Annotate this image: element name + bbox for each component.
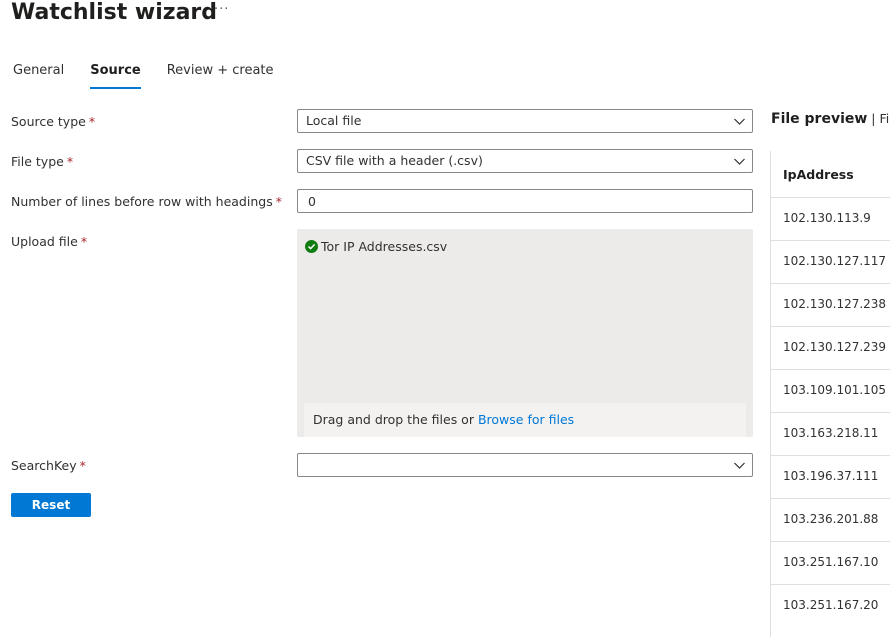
success-check-icon [305,240,318,253]
column-header-ipaddress: IpAddress [783,167,854,182]
upload-area[interactable]: Tor IP Addresses.csv Drag and drop the f… [297,229,753,437]
chevron-down-icon [734,158,745,165]
drop-zone[interactable]: Drag and drop the files or Browse for fi… [304,403,746,437]
table-cell: 102.130.113.9 [783,211,871,225]
file-preview-heading: File preview | First [771,111,890,127]
required-marker: * [79,458,86,473]
file-type-value: CSV file with a header (.csv) [306,153,483,168]
tab-source[interactable]: Source [90,62,142,89]
required-marker: * [80,234,88,249]
tab-general[interactable]: General [13,62,64,89]
file-preview-title: File preview [771,111,868,127]
upload-file-label: Upload file * [11,234,88,249]
table-cell: 103.251.167.10 [783,555,879,569]
uploaded-file-name: Tor IP Addresses.csv [321,239,448,254]
lines-before-input[interactable] [297,189,753,213]
required-marker: * [275,194,282,209]
drop-zone-text: Drag and drop the files or [313,412,478,427]
table-row: 102.130.127.239 [771,326,890,369]
lines-before-label: Number of lines before row with headings… [11,194,282,209]
file-type-dropdown[interactable]: CSV file with a header (.csv) [297,149,753,173]
table-row: 103.251.167.10 [771,541,890,584]
browse-files-link[interactable]: Browse for files [478,412,574,427]
source-type-label: Source type * [11,114,96,129]
table-cell: 102.130.127.117 [783,254,887,268]
table-row: 102.130.127.117 [771,240,890,283]
required-marker: * [88,114,96,129]
required-marker: * [66,154,74,169]
table-cell: 103.109.101.105 [783,383,887,397]
table-cell: 102.130.127.238 [783,297,887,311]
chevron-down-icon [734,462,745,469]
tab-review-create[interactable]: Review + create [167,62,274,89]
search-key-dropdown[interactable] [297,453,753,477]
table-row: 103.251.167.20 [771,584,890,627]
table-row: 103.236.201.88 [771,498,890,541]
table-cell: 103.163.218.11 [783,426,879,440]
table-row: 103.163.218.11 [771,412,890,455]
table-cell: 102.130.127.239 [783,340,887,354]
search-key-label: SearchKey * [11,458,86,473]
more-options-icon[interactable]: ··· [214,2,229,17]
wizard-tabs: General Source Review + create [13,62,300,90]
source-type-value: Local file [306,113,362,128]
table-row: 103.109.101.105 [771,369,890,412]
table-cell: 103.196.37.111 [783,469,879,483]
reset-button[interactable]: Reset [11,493,91,517]
source-type-dropdown[interactable]: Local file [297,109,753,133]
table-row: 103.196.37.111 [771,455,890,498]
uploaded-file: Tor IP Addresses.csv [305,239,447,254]
file-type-label: File type * [11,154,74,169]
file-preview-table[interactable]: IpAddress 102.130.113.9 102.130.127.117 … [770,151,890,637]
file-preview-subtitle: | First [871,111,890,126]
table-cell: 103.236.201.88 [783,512,879,526]
page-title: Watchlist wizard [11,0,218,25]
chevron-down-icon [734,118,745,125]
table-row: 102.130.127.238 [771,283,890,326]
table-row: 102.130.113.9 [771,197,890,240]
table-cell: 103.251.167.20 [783,598,879,612]
